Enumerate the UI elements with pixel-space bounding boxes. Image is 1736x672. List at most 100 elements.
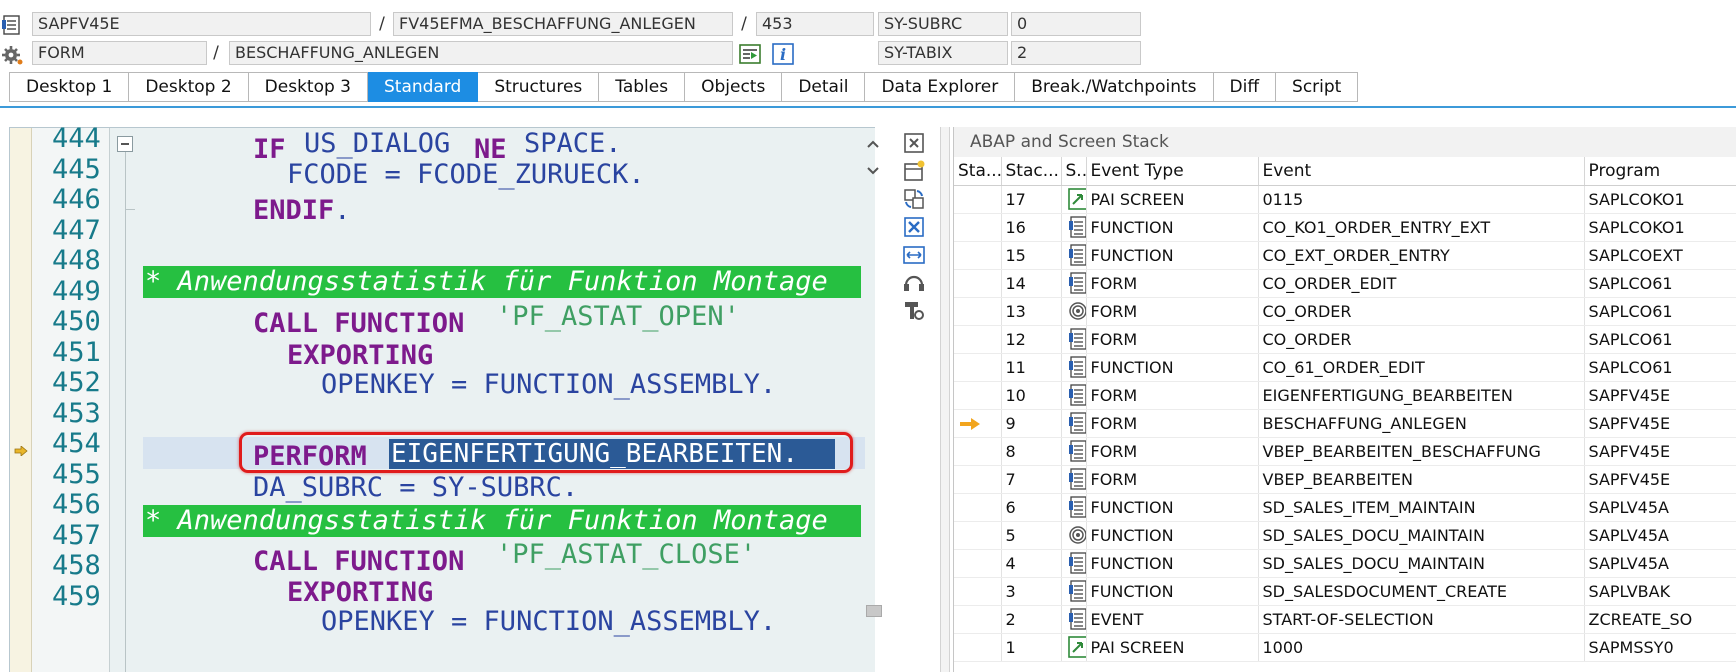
- stack-title: ABAP and Screen Stack: [954, 127, 1736, 157]
- line-number: 450: [52, 306, 101, 337]
- stack-icon-cell: [1061, 577, 1087, 606]
- stack-level: 10: [1001, 381, 1062, 410]
- stack-level: 3: [1001, 577, 1062, 606]
- exchange-icon[interactable]: [902, 271, 926, 295]
- stack-level: 2: [1001, 605, 1062, 634]
- stack-level: 1: [1001, 633, 1062, 662]
- scroll-down-icon[interactable]: [866, 166, 880, 176]
- new-tool-icon[interactable]: [902, 159, 926, 183]
- stack-row[interactable]: 9 FORM BESCHAFFUNG_ANLEGEN SAPFV45E: [954, 409, 1736, 438]
- column-header[interactable]: Event Type: [1086, 157, 1259, 186]
- stack-row[interactable]: 1 PAI SCREEN 1000 SAPMSSY0: [954, 633, 1736, 662]
- tab-script[interactable]: Script: [1276, 72, 1359, 102]
- program-name: SAPLCOEXT: [1584, 241, 1736, 270]
- stack-icon-cell: [1061, 409, 1087, 438]
- stack-row[interactable]: 2 EVENT START-OF-SELECTION ZCREATE_SO: [954, 605, 1736, 634]
- stack-row[interactable]: 12 FORM CO_ORDER SAPLCO61: [954, 325, 1736, 354]
- tab-structures[interactable]: Structures: [478, 72, 600, 102]
- sysfield-value-subrc[interactable]: 0: [1011, 12, 1141, 36]
- scroll-up-icon[interactable]: [866, 139, 880, 149]
- tab-detail[interactable]: Detail: [782, 72, 866, 102]
- replace-tool-icon[interactable]: [902, 187, 926, 211]
- close-tool-icon[interactable]: [902, 215, 926, 239]
- stack-row[interactable]: 6 FUNCTION SD_SALES_ITEM_MAINTAIN SAPLV45A: [954, 493, 1736, 522]
- program-icon: [1068, 412, 1085, 434]
- tab-tables[interactable]: Tables: [599, 72, 686, 102]
- current-level-arrow-icon: [960, 417, 980, 430]
- tab-standard[interactable]: Standard: [367, 72, 479, 102]
- maximize-tool-icon[interactable]: [902, 243, 926, 267]
- sysfield-value-tabix[interactable]: 2: [1011, 41, 1141, 65]
- stack-row[interactable]: 13 FORM CO_ORDER SAPLCO61: [954, 297, 1736, 326]
- column-header[interactable]: S...: [1061, 157, 1087, 186]
- tool-services-icon[interactable]: [902, 299, 926, 323]
- stack-row[interactable]: 14 FORM CO_ORDER_EDIT SAPLCO61: [954, 269, 1736, 298]
- tab-data-explorer[interactable]: Data Explorer: [865, 72, 1016, 102]
- status-cell: [954, 185, 1002, 214]
- program-icon: [1068, 272, 1085, 294]
- event-name: 0115: [1258, 185, 1585, 214]
- stack-row[interactable]: 11 FUNCTION CO_61_ORDER_EDIT SAPLCO61: [954, 353, 1736, 382]
- tab-diff[interactable]: Diff: [1213, 72, 1277, 102]
- display-object-icon[interactable]: [738, 42, 762, 66]
- stack-row[interactable]: 7 FORM VBEP_BEARBEITEN SAPFV45E: [954, 465, 1736, 494]
- tab-desktop-3[interactable]: Desktop 3: [248, 72, 368, 102]
- stack-row[interactable]: 5 FUNCTION SD_SALES_DOCU_MAINTAIN SAPLV45A: [954, 521, 1736, 550]
- event-type: FUNCTION: [1086, 241, 1259, 270]
- stack-level: 12: [1001, 325, 1062, 354]
- program-name: SAPLV45A: [1584, 493, 1736, 522]
- event-name: BESCHAFFUNG_ANLEGEN: [1258, 409, 1585, 438]
- event-type: FORM: [1086, 437, 1259, 466]
- include-field[interactable]: FV45EFMA_BESCHAFFUNG_ANLEGEN: [393, 12, 733, 36]
- program-icon: [1068, 384, 1085, 406]
- block-name-field[interactable]: BESCHAFFUNG_ANLEGEN: [229, 41, 733, 65]
- block-type-field[interactable]: FORM: [32, 41, 207, 65]
- column-header[interactable]: Event: [1258, 157, 1585, 186]
- tab-breakpoints[interactable]: Break./Watchpoints: [1015, 72, 1214, 102]
- line-number: 451: [52, 337, 101, 368]
- code-text: OPENKEY = FUNCTION_ASSEMBLY.: [321, 606, 777, 637]
- stop-icon[interactable]: [902, 131, 926, 155]
- column-header[interactable]: Sta...: [954, 157, 1002, 186]
- program-name: SAPFV45E: [1584, 465, 1736, 494]
- fold-toggle[interactable]: [117, 136, 133, 152]
- line-field[interactable]: 453: [756, 12, 874, 36]
- program-name: SAPLV45A: [1584, 549, 1736, 578]
- pane-splitter[interactable]: [940, 127, 950, 672]
- code-keyword: ENDIF: [253, 195, 335, 226]
- tab-desktop-2[interactable]: Desktop 2: [129, 72, 249, 102]
- info-icon[interactable]: i: [771, 42, 795, 66]
- stack-row[interactable]: 3 FUNCTION SD_SALESDOCUMENT_CREATE SAPLVBAK: [954, 577, 1736, 606]
- program-field[interactable]: SAPFV45E: [32, 12, 371, 36]
- stack-row[interactable]: 4 FUNCTION SD_SALES_DOCU_MAINTAIN SAPLV45A: [954, 549, 1736, 578]
- stack-level: 7: [1001, 465, 1062, 494]
- line-number: 447: [52, 215, 101, 246]
- event-type: FUNCTION: [1086, 493, 1259, 522]
- tab-desktop-1[interactable]: Desktop 1: [9, 72, 130, 102]
- settings-icon[interactable]: [1, 44, 23, 66]
- breakpoint-gutter[interactable]: [10, 128, 32, 672]
- program-name: SAPLCO61: [1584, 297, 1736, 326]
- program-name: SAPLCOKO1: [1584, 213, 1736, 242]
- event-type: FORM: [1086, 269, 1259, 298]
- event-name: VBEP_BEARBEITEN_BESCHAFFUNG: [1258, 437, 1585, 466]
- program-icon: [1068, 468, 1085, 490]
- program-icon[interactable]: [1, 14, 23, 36]
- code-text: .: [334, 195, 351, 226]
- stack-icon-cell: [1061, 633, 1087, 662]
- tab-objects[interactable]: Objects: [685, 72, 783, 102]
- scroll-thumb[interactable]: [866, 605, 882, 617]
- column-header[interactable]: Stac...: [1001, 157, 1062, 186]
- stack-row[interactable]: 8 FORM VBEP_BEARBEITEN_BESCHAFFUNG SAPFV45E: [954, 437, 1736, 466]
- editor-scrollbar[interactable]: [862, 127, 884, 672]
- status-cell: [954, 605, 1002, 634]
- stack-icon-cell: [1061, 353, 1087, 382]
- stack-row[interactable]: 15 FUNCTION CO_EXT_ORDER_ENTRY SAPLCOEXT: [954, 241, 1736, 270]
- sysfield-name-subrc[interactable]: SY-SUBRC: [878, 12, 1008, 36]
- status-cell: [954, 213, 1002, 242]
- stack-row[interactable]: 10 FORM EIGENFERTIGUNG_BEARBEITEN SAPFV45E: [954, 381, 1736, 410]
- column-header[interactable]: Program: [1584, 157, 1736, 186]
- stack-row[interactable]: 17 PAI SCREEN 0115 SAPLCOKO1: [954, 185, 1736, 214]
- stack-row[interactable]: 16 FUNCTION CO_KO1_ORDER_ENTRY_EXT SAPLCOKO…: [954, 213, 1736, 242]
- sysfield-name-tabix[interactable]: SY-TABIX: [878, 41, 1008, 65]
